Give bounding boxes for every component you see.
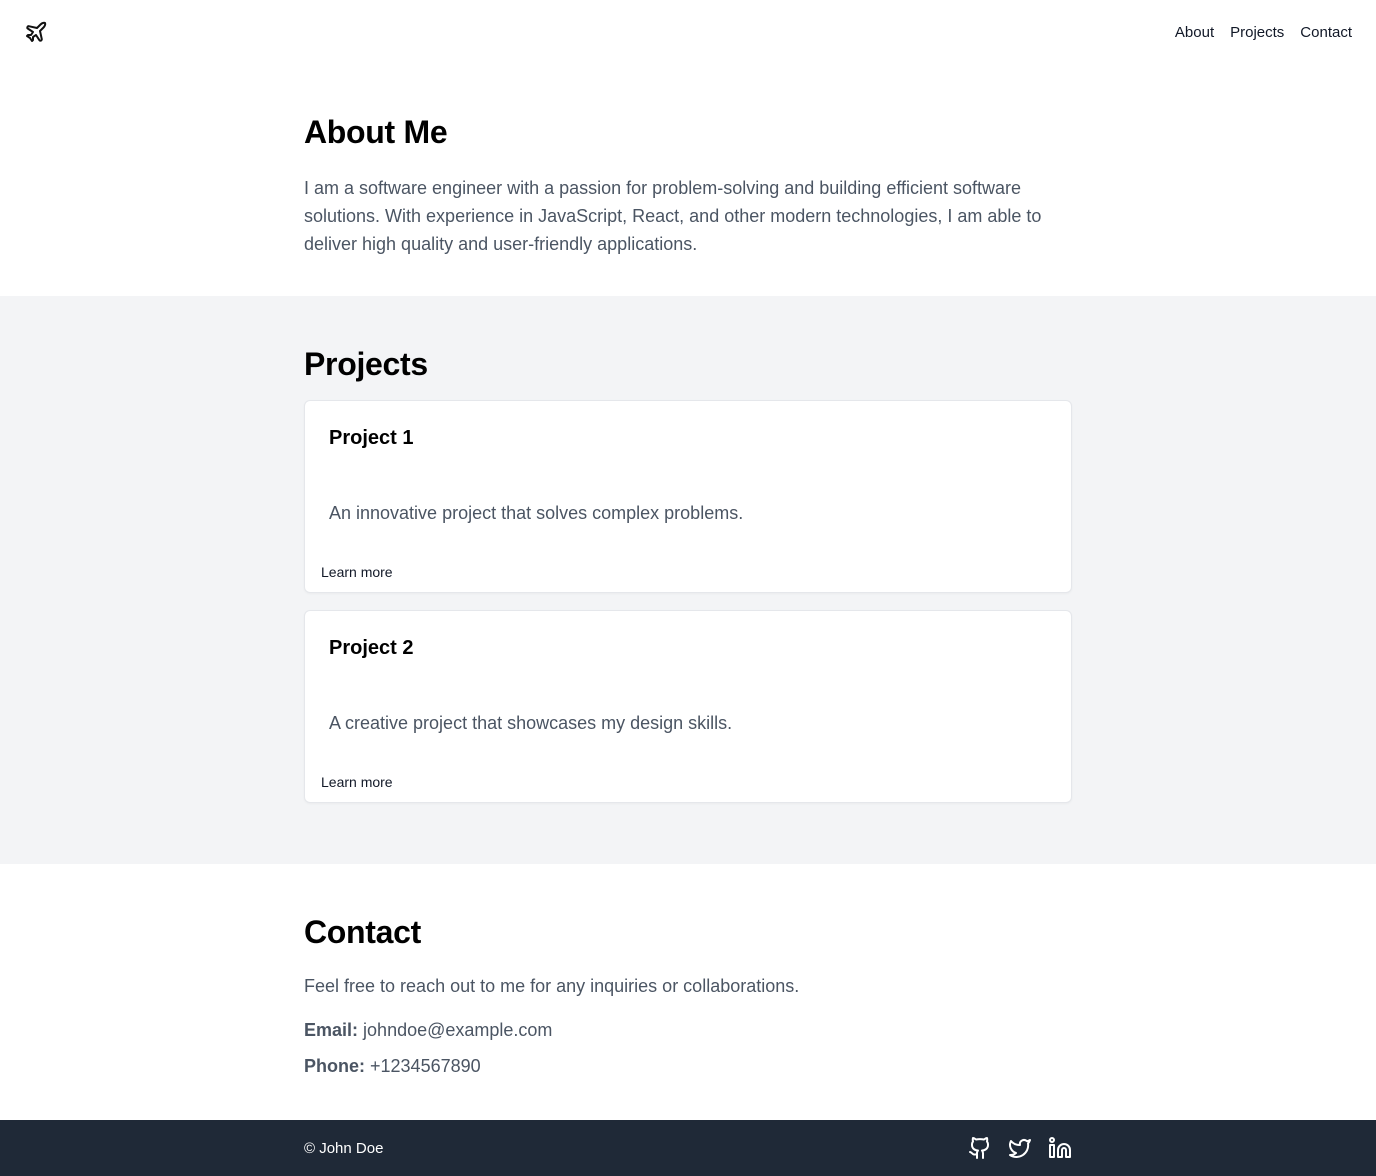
contact-lead: Feel free to reach out to me for any inq…: [304, 976, 800, 996]
about-section: About Me I am a software engineer with a…: [0, 64, 1376, 296]
phone-row: Phone: +1234567890: [304, 1052, 1072, 1080]
projects-section: Projects Project 1 An innovative project…: [0, 296, 1376, 864]
site-header: About Projects Contact: [0, 0, 1376, 64]
contact-title: Contact: [304, 914, 422, 950]
learn-more-link[interactable]: Learn more: [321, 564, 393, 580]
contact-section: Contact Feel free to reach out to me for…: [0, 864, 1376, 1120]
plane-icon[interactable]: [24, 20, 48, 44]
nav-link-about[interactable]: About: [1175, 24, 1214, 41]
email-value[interactable]: johndoe@example.com: [363, 1020, 552, 1040]
project-title: Project 2: [329, 637, 414, 659]
nav-link-contact[interactable]: Contact: [1300, 24, 1352, 41]
project-title: Project 1: [329, 427, 414, 449]
site-footer: © John Doe: [0, 1120, 1376, 1176]
twitter-icon[interactable]: [1008, 1136, 1032, 1160]
nav-link-projects[interactable]: Projects: [1230, 24, 1284, 41]
learn-more-link[interactable]: Learn more: [321, 774, 393, 790]
main-nav: About Projects Contact: [1175, 24, 1352, 41]
phone-value[interactable]: +1234567890: [370, 1056, 481, 1076]
projects-title: Projects: [304, 346, 428, 382]
project-description: A creative project that showcases my des…: [329, 713, 733, 733]
phone-label: Phone:: [304, 1056, 365, 1076]
project-card: Project 1 An innovative project that sol…: [304, 400, 1072, 593]
project-card: Project 2 A creative project that showca…: [304, 610, 1072, 803]
about-text: I am a software engineer with a passion …: [304, 178, 1042, 254]
email-row: Email: johndoe@example.com: [304, 1016, 1072, 1044]
linkedin-icon[interactable]: [1048, 1136, 1072, 1160]
copyright-text: © John Doe: [304, 1139, 384, 1157]
email-label: Email:: [304, 1020, 359, 1040]
project-description: An innovative project that solves comple…: [329, 503, 744, 523]
social-links: [968, 1136, 1072, 1160]
about-title: About Me: [304, 114, 448, 150]
github-icon[interactable]: [968, 1136, 992, 1160]
